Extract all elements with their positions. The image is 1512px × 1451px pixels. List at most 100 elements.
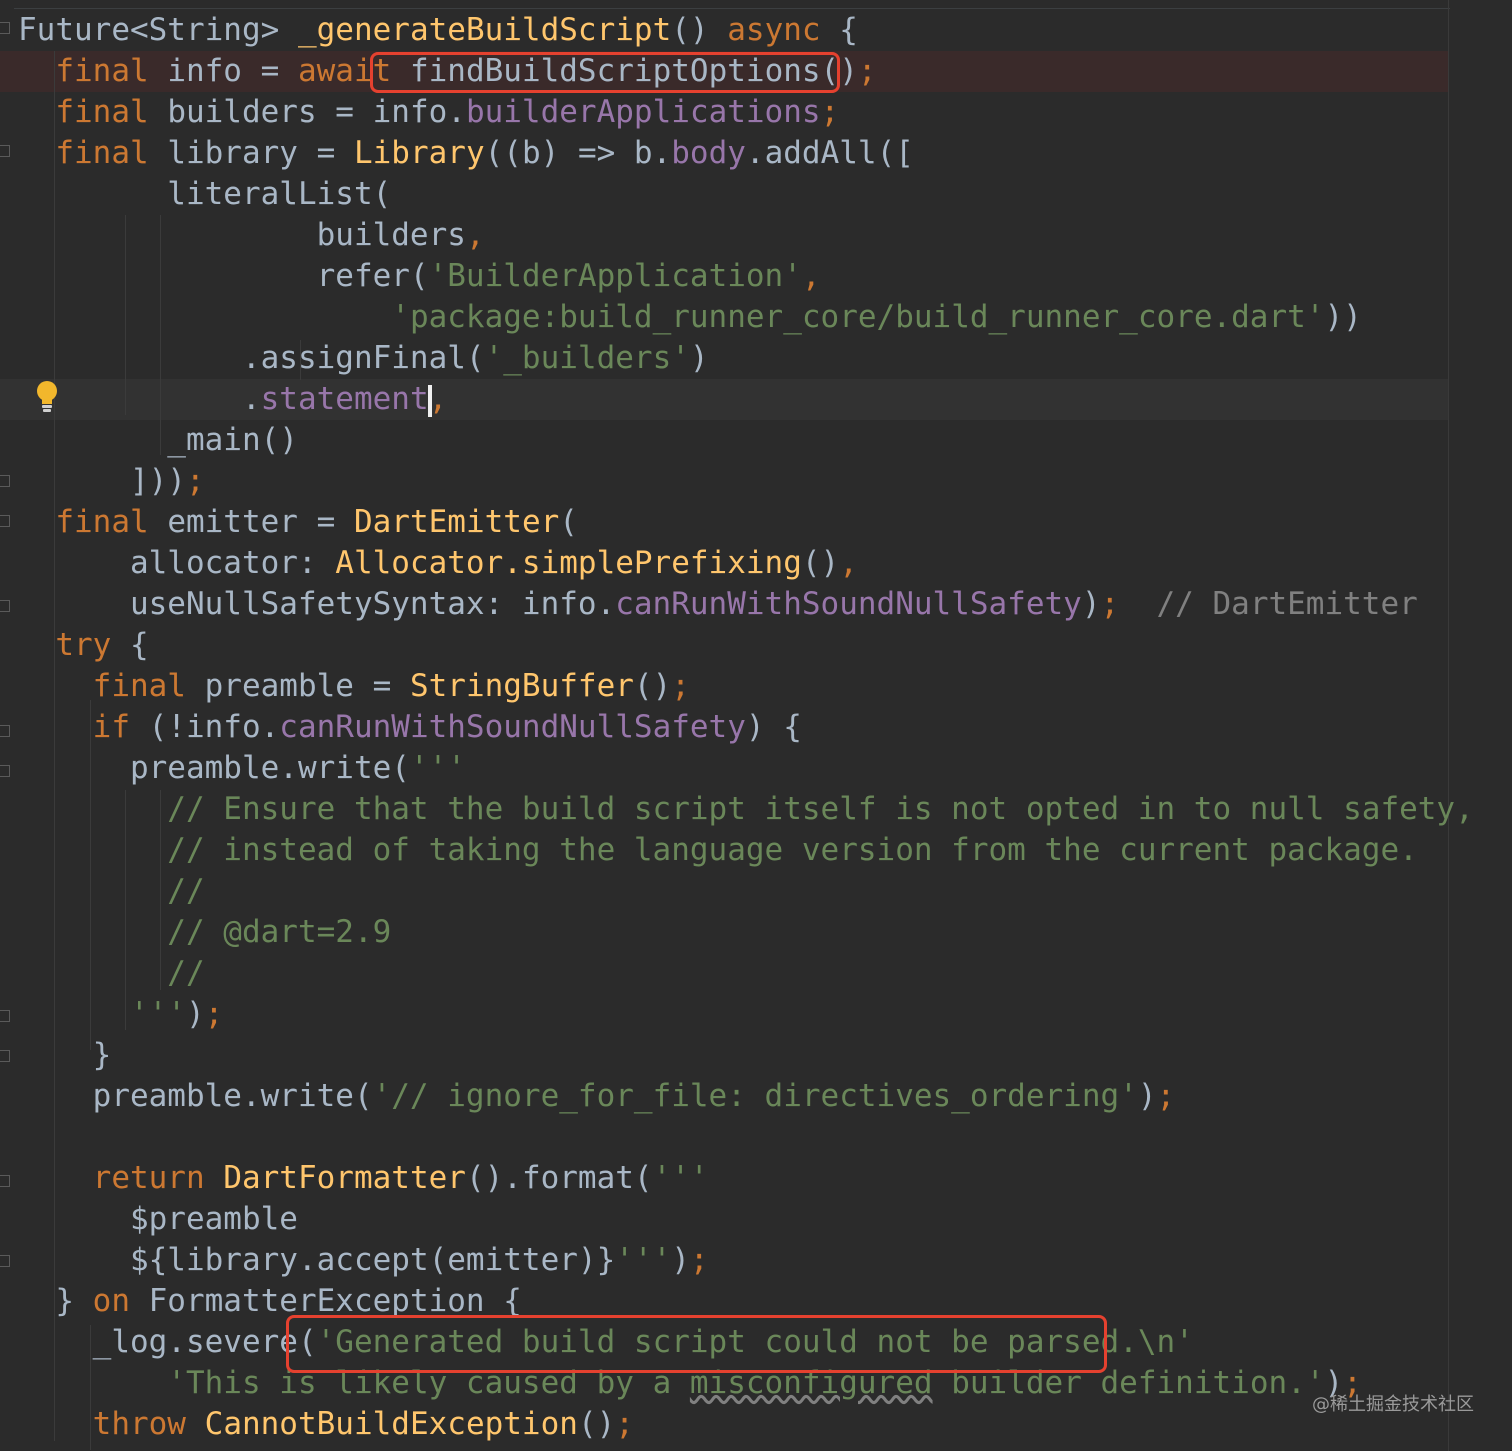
code-token: ])) — [18, 463, 186, 499]
code-token: ; — [689, 1242, 709, 1278]
code-token: // Ensure that the build script itself i… — [18, 791, 1474, 827]
code-line[interactable]: final library = Library((b) => b.body.ad… — [18, 133, 914, 174]
editor-top-border — [0, 8, 1450, 9]
code-line[interactable]: throw CannotBuildException(); — [18, 1404, 634, 1445]
code-token: ''' — [652, 1160, 709, 1196]
code-token: )) — [1324, 299, 1362, 335]
code-token: builders — [18, 217, 466, 253]
fold-marker-icon[interactable] — [0, 1175, 10, 1187]
code-token: refer( — [18, 258, 429, 294]
code-token: _main() — [18, 422, 298, 458]
code-token: emitter = — [148, 504, 354, 540]
code-token: , — [801, 258, 821, 294]
fold-marker-icon[interactable] — [0, 1050, 10, 1062]
fold-marker-icon[interactable] — [0, 475, 10, 487]
code-token: statement — [260, 381, 429, 417]
code-line[interactable]: final preamble = StringBuffer(); — [18, 666, 690, 707]
code-token: final — [55, 94, 149, 130]
code-line[interactable]: allocator: Allocator.simplePrefixing(), — [18, 543, 858, 584]
code-token: final — [55, 53, 149, 89]
watermark: @稀土掘金技术社区 — [1312, 1394, 1474, 1415]
text-caret — [428, 385, 432, 417]
code-line[interactable]: final emitter = DartEmitter( — [18, 502, 578, 543]
code-token: '// ignore_for_file: directives_ordering… — [372, 1078, 1138, 1114]
code-token: ; — [857, 53, 877, 89]
code-line[interactable]: } — [18, 1035, 112, 1076]
code-line[interactable]: // — [18, 953, 204, 994]
code-line[interactable]: if (!info.canRunWithSoundNullSafety) { — [18, 707, 802, 748]
code-line[interactable]: .statement, — [18, 379, 447, 420]
code-token: // instead of taking the language versio… — [18, 832, 1418, 868]
fold-marker-icon[interactable] — [0, 765, 10, 777]
code-line[interactable]: useNullSafetySyntax: info.canRunWithSoun… — [18, 584, 1418, 625]
fold-marker-icon[interactable] — [0, 1255, 10, 1267]
code-token: ''' — [18, 996, 186, 1032]
fold-marker-icon[interactable] — [0, 145, 10, 157]
code-editor[interactable]: Future<String> _generateBuildScript() as… — [0, 0, 1512, 1451]
code-token: () — [577, 1406, 616, 1442]
code-token: Allocator.simplePrefixing — [335, 545, 802, 581]
code-line[interactable]: literalList( — [18, 174, 391, 215]
code-token: builderApplications — [465, 94, 821, 130]
code-token: ''' — [409, 750, 466, 786]
code-token: _log.severe( — [18, 1324, 317, 1360]
code-token: useNullSafetySyntax: info. — [18, 586, 616, 622]
code-line[interactable]: ])); — [18, 461, 205, 502]
highlight-box-parse-error-message — [286, 1315, 1107, 1373]
code-token: FormatterException { — [129, 1283, 522, 1319]
code-token: builders = info. — [148, 94, 466, 130]
code-line[interactable]: ${library.accept(emitter)}'''); — [18, 1240, 709, 1281]
fold-marker-icon[interactable] — [0, 600, 10, 612]
code-line[interactable]: // — [18, 871, 205, 912]
code-line[interactable]: final builders = info.builderApplication… — [18, 92, 839, 133]
fold-marker-icon[interactable] — [0, 515, 10, 527]
code-line[interactable]: refer('BuilderApplication', — [18, 256, 821, 297]
code-token: { — [111, 627, 149, 663]
code-line[interactable]: try { — [18, 625, 149, 666]
code-token: , — [465, 217, 485, 253]
code-line[interactable]: $preamble — [18, 1199, 298, 1240]
code-token: .assignFinal( — [18, 340, 485, 376]
code-token: body — [671, 135, 746, 171]
fold-marker-icon[interactable] — [0, 1010, 10, 1022]
fold-marker-icon[interactable] — [0, 22, 10, 34]
code-token: // — [18, 873, 205, 909]
code-line[interactable]: _main() — [18, 420, 298, 461]
code-token: preamble.write( — [18, 750, 410, 786]
code-line[interactable]: // Ensure that the build script itself i… — [18, 789, 1474, 830]
code-token: canRunWithSoundNullSafety — [615, 586, 1082, 622]
code-token: ; — [204, 996, 224, 1032]
code-line[interactable]: // instead of taking the language versio… — [18, 830, 1418, 871]
code-line[interactable]: '''); — [18, 994, 223, 1035]
code-token: ) — [689, 340, 709, 376]
code-token: 'package:build_runner_core/build_runner_… — [391, 299, 1325, 335]
code-line[interactable]: builders, — [18, 215, 485, 256]
fold-marker-icon[interactable] — [0, 725, 10, 737]
code-line[interactable]: preamble.write('// ignore_for_file: dire… — [18, 1076, 1176, 1117]
code-token: ${library.accept(emitter)} — [129, 1242, 616, 1278]
code-line[interactable]: 'package:build_runner_core/build_runner_… — [18, 297, 1362, 338]
code-token: , — [839, 545, 858, 581]
code-token: literalList( — [18, 176, 392, 212]
code-line[interactable]: .assignFinal('_builders') — [18, 338, 709, 379]
code-token: () — [633, 668, 672, 704]
code-token: return — [92, 1160, 205, 1196]
code-token: allocator: — [18, 545, 336, 581]
code-token: DartFormatter — [223, 1160, 466, 1196]
code-token: _generateBuildScript — [297, 12, 672, 48]
lightbulb-icon[interactable] — [34, 379, 60, 413]
code-line[interactable]: Future<String> _generateBuildScript() as… — [18, 10, 858, 51]
code-line[interactable]: // @dart=2.9 — [18, 912, 391, 953]
code-token: CannotBuildException — [204, 1406, 578, 1442]
code-line[interactable]: return DartFormatter().format(''' — [18, 1158, 709, 1199]
indent-guide — [125, 215, 126, 415]
code-token: ; — [820, 94, 840, 130]
code-token: ''' — [615, 1242, 672, 1278]
code-token: StringBuffer — [409, 668, 634, 704]
code-line[interactable]: preamble.write(''' — [18, 748, 466, 789]
